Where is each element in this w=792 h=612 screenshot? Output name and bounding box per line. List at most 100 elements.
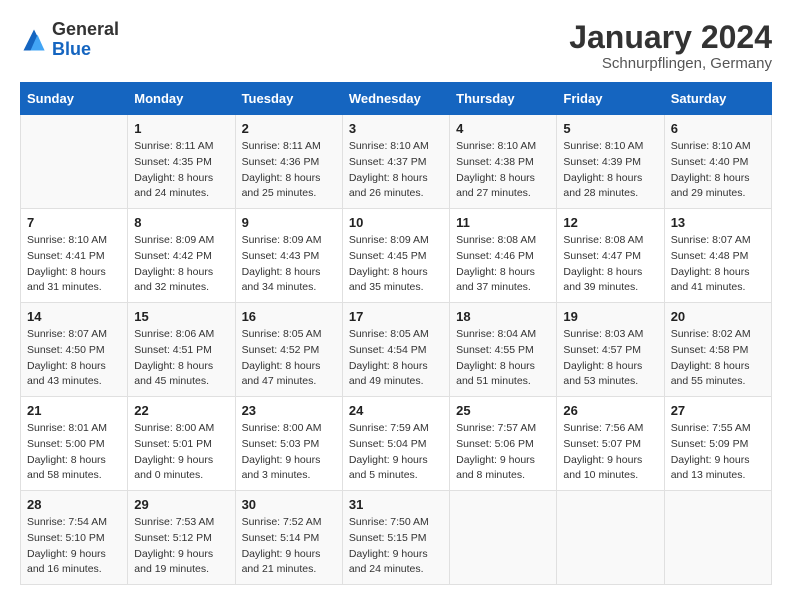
day-header-thursday: Thursday	[450, 83, 557, 115]
calendar-cell: 10 Sunrise: 8:09 AMSunset: 4:45 PMDayligh…	[342, 209, 449, 303]
day-info: Sunrise: 8:09 AMSunset: 4:42 PMDaylight:…	[134, 233, 228, 296]
calendar-cell: 27 Sunrise: 7:55 AMSunset: 5:09 PMDayligh…	[664, 397, 771, 491]
day-info: Sunrise: 8:05 AMSunset: 4:52 PMDaylight:…	[242, 327, 336, 390]
day-number: 17	[349, 309, 443, 324]
day-number: 19	[563, 309, 657, 324]
day-number: 24	[349, 403, 443, 418]
calendar-cell: 16Sunrise: 8:05 AMSunset: 4:52 PMDayligh…	[235, 303, 342, 397]
day-number: 31	[349, 497, 443, 512]
calendar-cell: 20Sunrise: 8:02 AMSunset: 4:58 PMDayligh…	[664, 303, 771, 397]
day-info: Sunrise: 7:59 AMSunset: 5:04 PMDaylight:…	[349, 421, 443, 484]
day-info: Sunrise: 8:11 AMSunset: 4:35 PMDaylight:…	[134, 139, 228, 202]
day-number: 10	[349, 215, 443, 230]
calendar-week-1: 7Sunrise: 8:10 AMSunset: 4:41 PMDaylight…	[21, 209, 772, 303]
day-info: Sunrise: 8:00 AMSunset: 5:01 PMDaylight:…	[134, 421, 228, 484]
day-info: Sunrise: 8:11 AMSunset: 4:36 PMDaylight:…	[242, 139, 336, 202]
calendar-cell: 30 Sunrise: 7:52 AMSunset: 5:14 PMDayligh…	[235, 491, 342, 585]
calendar-cell	[557, 491, 664, 585]
day-info: Sunrise: 8:02 AMSunset: 4:58 PMDaylight:…	[671, 327, 765, 390]
calendar-cell: 13Sunrise: 8:07 AMSunset: 4:48 PMDayligh…	[664, 209, 771, 303]
day-number: 28	[27, 497, 121, 512]
day-info: Sunrise: 8:08 AMSunset: 4:46 PMDaylight:…	[456, 233, 550, 296]
day-header-monday: Monday	[128, 83, 235, 115]
calendar-cell: 29Sunrise: 7:53 AMSunset: 5:12 PMDayligh…	[128, 491, 235, 585]
day-info: Sunrise: 8:09 AMSunset: 4:43 PMDaylight:…	[242, 233, 336, 296]
day-number: 30	[242, 497, 336, 512]
calendar-cell	[450, 491, 557, 585]
logo-general: General	[52, 19, 119, 39]
calendar-cell: 12 Sunrise: 8:08 AMSunset: 4:47 PMDayligh…	[557, 209, 664, 303]
calendar-cell: 22 Sunrise: 8:00 AMSunset: 5:01 PMDayligh…	[128, 397, 235, 491]
calendar-cell	[21, 115, 128, 209]
day-header-tuesday: Tuesday	[235, 83, 342, 115]
day-info: Sunrise: 8:10 AMSunset: 4:37 PMDaylight:…	[349, 139, 443, 202]
day-info: Sunrise: 7:57 AMSunset: 5:06 PMDaylight:…	[456, 421, 550, 484]
calendar-cell: 3 Sunrise: 8:10 AMSunset: 4:37 PMDaylight…	[342, 115, 449, 209]
calendar-cell: 23Sunrise: 8:00 AMSunset: 5:03 PMDayligh…	[235, 397, 342, 491]
day-number: 5	[563, 121, 657, 136]
calendar-cell: 5Sunrise: 8:10 AMSunset: 4:39 PMDaylight…	[557, 115, 664, 209]
day-number: 8	[134, 215, 228, 230]
logo-text: General Blue	[52, 20, 119, 60]
calendar-cell: 31 Sunrise: 7:50 AMSunset: 5:15 PMDayligh…	[342, 491, 449, 585]
logo-blue: Blue	[52, 39, 91, 59]
day-info: Sunrise: 8:09 AMSunset: 4:45 PMDaylight:…	[349, 233, 443, 296]
day-number: 4	[456, 121, 550, 136]
calendar-cell: 14Sunrise: 8:07 AMSunset: 4:50 PMDayligh…	[21, 303, 128, 397]
calendar-cell: 28 Sunrise: 7:54 AMSunset: 5:10 PMDayligh…	[21, 491, 128, 585]
day-number: 22	[134, 403, 228, 418]
calendar-cell	[664, 491, 771, 585]
day-number: 26	[563, 403, 657, 418]
calendar-cell: 1 Sunrise: 8:11 AMSunset: 4:35 PMDaylight…	[128, 115, 235, 209]
day-info: Sunrise: 8:10 AMSunset: 4:38 PMDaylight:…	[456, 139, 550, 202]
day-info: Sunrise: 7:50 AMSunset: 5:15 PMDaylight:…	[349, 515, 443, 578]
calendar-cell: 2Sunrise: 8:11 AMSunset: 4:36 PMDaylight…	[235, 115, 342, 209]
day-info: Sunrise: 8:01 AMSunset: 5:00 PMDaylight:…	[27, 421, 121, 484]
day-info: Sunrise: 7:55 AMSunset: 5:09 PMDaylight:…	[671, 421, 765, 484]
calendar-cell: 4 Sunrise: 8:10 AMSunset: 4:38 PMDaylight…	[450, 115, 557, 209]
calendar-cell: 21 Sunrise: 8:01 AMSunset: 5:00 PMDayligh…	[21, 397, 128, 491]
calendar-table: SundayMondayTuesdayWednesdayThursdayFrid…	[20, 82, 772, 585]
calendar-cell: 6Sunrise: 8:10 AMSunset: 4:40 PMDaylight…	[664, 115, 771, 209]
day-header-wednesday: Wednesday	[342, 83, 449, 115]
day-header-saturday: Saturday	[664, 83, 771, 115]
calendar-cell: 7Sunrise: 8:10 AMSunset: 4:41 PMDaylight…	[21, 209, 128, 303]
day-info: Sunrise: 8:05 AMSunset: 4:54 PMDaylight:…	[349, 327, 443, 390]
day-number: 21	[27, 403, 121, 418]
day-number: 29	[134, 497, 228, 512]
day-number: 6	[671, 121, 765, 136]
logo-icon	[20, 26, 48, 54]
calendar-cell: 15 Sunrise: 8:06 AMSunset: 4:51 PMDayligh…	[128, 303, 235, 397]
day-number: 3	[349, 121, 443, 136]
day-number: 1	[134, 121, 228, 136]
day-number: 12	[563, 215, 657, 230]
day-info: Sunrise: 8:04 AMSunset: 4:55 PMDaylight:…	[456, 327, 550, 390]
logo: General Blue	[20, 20, 119, 60]
day-number: 7	[27, 215, 121, 230]
calendar-cell: 11 Sunrise: 8:08 AMSunset: 4:46 PMDayligh…	[450, 209, 557, 303]
day-number: 14	[27, 309, 121, 324]
day-number: 18	[456, 309, 550, 324]
calendar-week-0: 1 Sunrise: 8:11 AMSunset: 4:35 PMDaylight…	[21, 115, 772, 209]
day-info: Sunrise: 8:07 AMSunset: 4:48 PMDaylight:…	[671, 233, 765, 296]
day-number: 9	[242, 215, 336, 230]
calendar-cell: 19 Sunrise: 8:03 AMSunset: 4:57 PMDayligh…	[557, 303, 664, 397]
day-info: Sunrise: 7:54 AMSunset: 5:10 PMDaylight:…	[27, 515, 121, 578]
day-header-friday: Friday	[557, 83, 664, 115]
calendar-cell: 8 Sunrise: 8:09 AMSunset: 4:42 PMDaylight…	[128, 209, 235, 303]
day-number: 23	[242, 403, 336, 418]
day-number: 11	[456, 215, 550, 230]
calendar-cell: 17 Sunrise: 8:05 AMSunset: 4:54 PMDayligh…	[342, 303, 449, 397]
day-info: Sunrise: 8:06 AMSunset: 4:51 PMDaylight:…	[134, 327, 228, 390]
month-title: January 2024	[569, 20, 772, 55]
page-header: General Blue January 2024 Schnurpflingen…	[20, 20, 772, 72]
day-info: Sunrise: 7:52 AMSunset: 5:14 PMDaylight:…	[242, 515, 336, 578]
day-number: 15	[134, 309, 228, 324]
calendar-week-2: 14Sunrise: 8:07 AMSunset: 4:50 PMDayligh…	[21, 303, 772, 397]
calendar-week-3: 21 Sunrise: 8:01 AMSunset: 5:00 PMDayligh…	[21, 397, 772, 491]
day-number: 27	[671, 403, 765, 418]
day-info: Sunrise: 8:08 AMSunset: 4:47 PMDaylight:…	[563, 233, 657, 296]
calendar-cell: 25 Sunrise: 7:57 AMSunset: 5:06 PMDayligh…	[450, 397, 557, 491]
day-info: Sunrise: 8:03 AMSunset: 4:57 PMDaylight:…	[563, 327, 657, 390]
day-number: 25	[456, 403, 550, 418]
